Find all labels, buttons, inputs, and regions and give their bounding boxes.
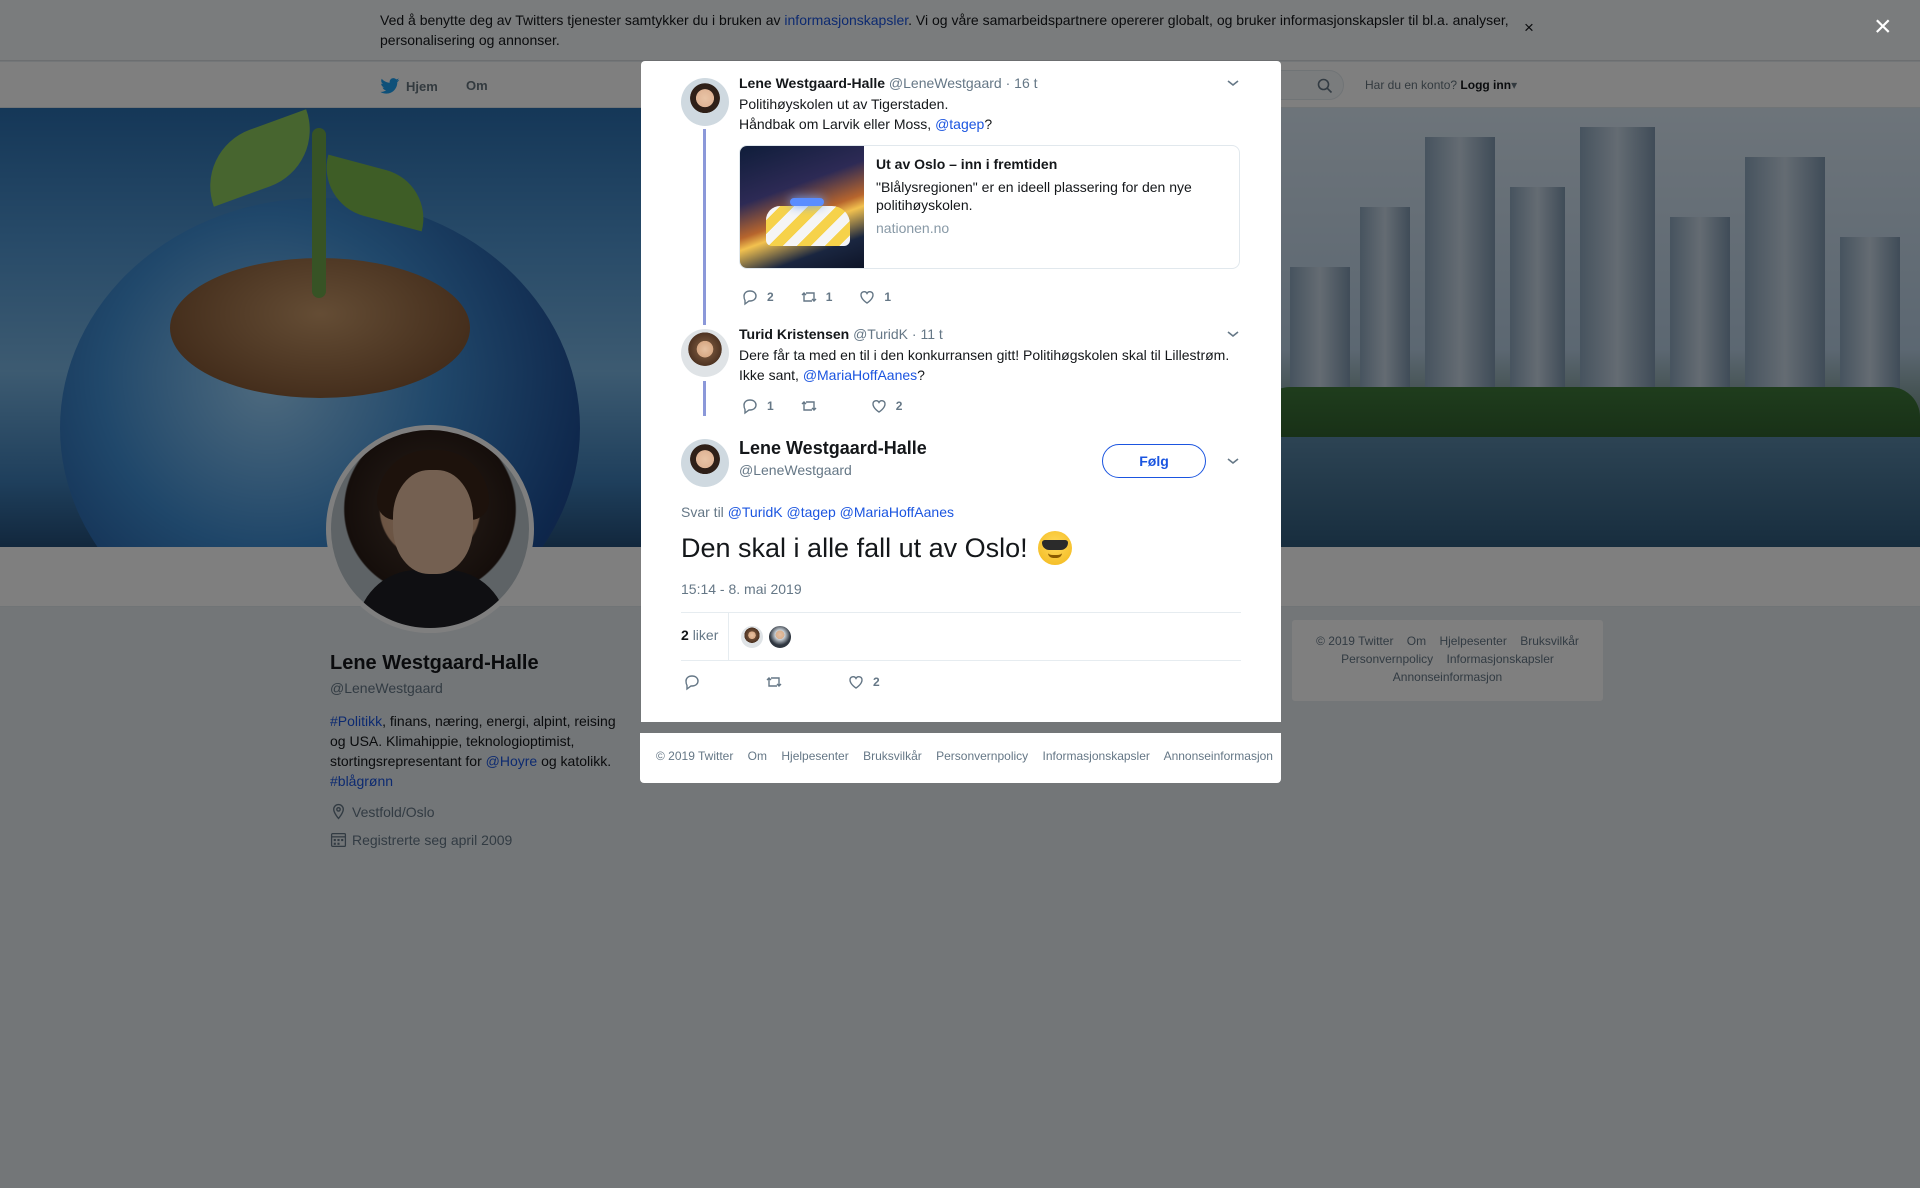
like-count: 2 bbox=[895, 399, 903, 413]
siren-light-graphic bbox=[790, 198, 824, 206]
reply-button[interactable] bbox=[683, 673, 709, 691]
link-card[interactable]: Ut av Oslo – inn i fremtiden "Blålysregi… bbox=[739, 145, 1240, 269]
reply-mention[interactable]: @MariaHoffAanes bbox=[840, 504, 954, 520]
like-button[interactable]: 2 bbox=[870, 397, 903, 415]
like-count: 2 bbox=[873, 675, 880, 689]
retweet-button[interactable] bbox=[800, 397, 826, 415]
tweet-text: Politihøyskolen ut av Tigerstaden. Håndb… bbox=[739, 94, 1239, 134]
tweet-text: Dere får ta med en til i den konkurranse… bbox=[739, 345, 1259, 385]
tweet-author-handle[interactable]: @LeneWestgaard bbox=[739, 462, 852, 478]
stats-divider bbox=[728, 613, 729, 661]
tweet-line: Dere får ta med en til i den konkurranse… bbox=[739, 347, 1230, 363]
retweet-button[interactable]: 1 bbox=[800, 288, 833, 306]
retweet-icon bbox=[801, 292, 817, 302]
retweet-button[interactable] bbox=[765, 673, 791, 691]
police-car-graphic bbox=[766, 206, 850, 246]
reply-count: 2 bbox=[767, 290, 774, 304]
heart-icon bbox=[849, 676, 863, 689]
reply-mention[interactable]: @tagep bbox=[787, 504, 836, 520]
tweet-line-end: ? bbox=[984, 116, 993, 132]
like-button[interactable]: 2 bbox=[847, 673, 880, 691]
tweet-author-handle[interactable]: @TuridK bbox=[853, 326, 908, 342]
card-image bbox=[740, 146, 864, 268]
card-description: "Blålysregionen" er en ideell plassering… bbox=[876, 179, 1192, 213]
tweet-header: Turid Kristensen @TuridK · 11 t bbox=[739, 326, 943, 342]
chevron-down-icon[interactable] bbox=[1226, 78, 1240, 88]
tweet-author-name[interactable]: Lene Westgaard-Halle bbox=[739, 438, 927, 459]
reply-to: Svar til @TuridK @tagep @MariaHoffAanes bbox=[681, 504, 954, 520]
thread-line bbox=[703, 129, 706, 325]
tweet-mention[interactable]: @tagep bbox=[935, 116, 984, 132]
like-count: 1 bbox=[884, 290, 892, 304]
tweet-author-name[interactable]: Lene Westgaard-Halle bbox=[739, 75, 885, 91]
modal-footer: © 2019 Twitter Om Hjelpesenter Bruksvilk… bbox=[640, 733, 1281, 783]
reply-icon bbox=[743, 399, 757, 415]
footer-link[interactable]: Informasjonskapsler bbox=[1043, 749, 1150, 763]
main-tweet-text: Den skal i alle fall ut av Oslo! bbox=[681, 531, 1072, 565]
liker-avatar[interactable] bbox=[740, 625, 764, 649]
tweet-line: Ikke sant, bbox=[739, 367, 803, 383]
chevron-down-icon[interactable] bbox=[1226, 329, 1240, 339]
tweet-line: Håndbak om Larvik eller Moss, bbox=[739, 116, 936, 132]
card-source: nationen.no bbox=[876, 220, 950, 236]
reply-icon bbox=[743, 290, 757, 306]
like-button[interactable]: 1 bbox=[858, 288, 891, 306]
footer-link[interactable]: © 2019 Twitter bbox=[656, 749, 733, 763]
retweet-icon bbox=[766, 677, 782, 687]
footer-link[interactable]: Om bbox=[748, 749, 767, 763]
tweet-actions: 1 2 bbox=[741, 397, 928, 415]
likes-stat[interactable]: 2 liker bbox=[681, 627, 718, 643]
chevron-down-icon[interactable] bbox=[1226, 456, 1240, 466]
tweet-line: Politihøyskolen ut av Tigerstaden. bbox=[739, 96, 949, 112]
tweet-line-end: ? bbox=[917, 367, 925, 383]
tweet-actions: 2 bbox=[683, 673, 906, 691]
avatar[interactable] bbox=[681, 329, 729, 377]
main-tweet-body: Den skal i alle fall ut av Oslo! bbox=[681, 532, 1028, 563]
tweet-stats: 2 liker bbox=[681, 612, 1241, 661]
footer-link[interactable]: Hjelpesenter bbox=[781, 749, 848, 763]
close-icon[interactable]: × bbox=[1874, 12, 1892, 42]
tweet-permalink-modal: Lene Westgaard-Halle @LeneWestgaard · 16… bbox=[641, 61, 1281, 722]
reply-icon bbox=[685, 675, 699, 691]
footer-link[interactable]: Bruksvilkår bbox=[863, 749, 922, 763]
heart-icon bbox=[860, 291, 875, 304]
tweet-time[interactable]: · 11 t bbox=[912, 326, 943, 342]
likes-count: 2 bbox=[681, 627, 689, 643]
tweet-timestamp[interactable]: 15:14 - 8. mai 2019 bbox=[681, 581, 802, 597]
tweet-header: Lene Westgaard-Halle @LeneWestgaard · 16… bbox=[739, 75, 1038, 91]
follow-button[interactable]: Følg bbox=[1102, 444, 1206, 478]
reply-count: 1 bbox=[767, 399, 774, 413]
heart-icon bbox=[871, 400, 886, 413]
retweet-count: 1 bbox=[825, 290, 833, 304]
likes-label: liker bbox=[692, 627, 719, 643]
retweet-icon bbox=[801, 401, 817, 411]
footer-link[interactable]: Annonseinformasjon bbox=[1164, 749, 1273, 763]
tweet-mention[interactable]: @MariaHoffAanes bbox=[803, 367, 917, 383]
thread-line bbox=[703, 381, 706, 416]
footer-link[interactable]: Personvernpolicy bbox=[936, 749, 1028, 763]
tweet-author-name[interactable]: Turid Kristensen bbox=[739, 326, 849, 342]
tweet-author-handle[interactable]: @LeneWestgaard bbox=[889, 75, 1002, 91]
reply-to-label: Svar til bbox=[681, 504, 724, 520]
reply-button[interactable]: 1 bbox=[741, 397, 774, 415]
avatar[interactable] bbox=[681, 439, 729, 487]
avatar[interactable] bbox=[681, 78, 729, 126]
sunglasses-emoji-icon bbox=[1037, 531, 1072, 565]
reply-mention[interactable]: @TuridK bbox=[728, 504, 783, 520]
tweet-actions: 2 1 1 bbox=[741, 288, 917, 306]
reply-button[interactable]: 2 bbox=[741, 288, 774, 306]
card-title: Ut av Oslo – inn i fremtiden bbox=[876, 156, 1058, 172]
tweet-time[interactable]: · 16 t bbox=[1006, 75, 1038, 91]
liker-avatar[interactable] bbox=[768, 625, 792, 649]
